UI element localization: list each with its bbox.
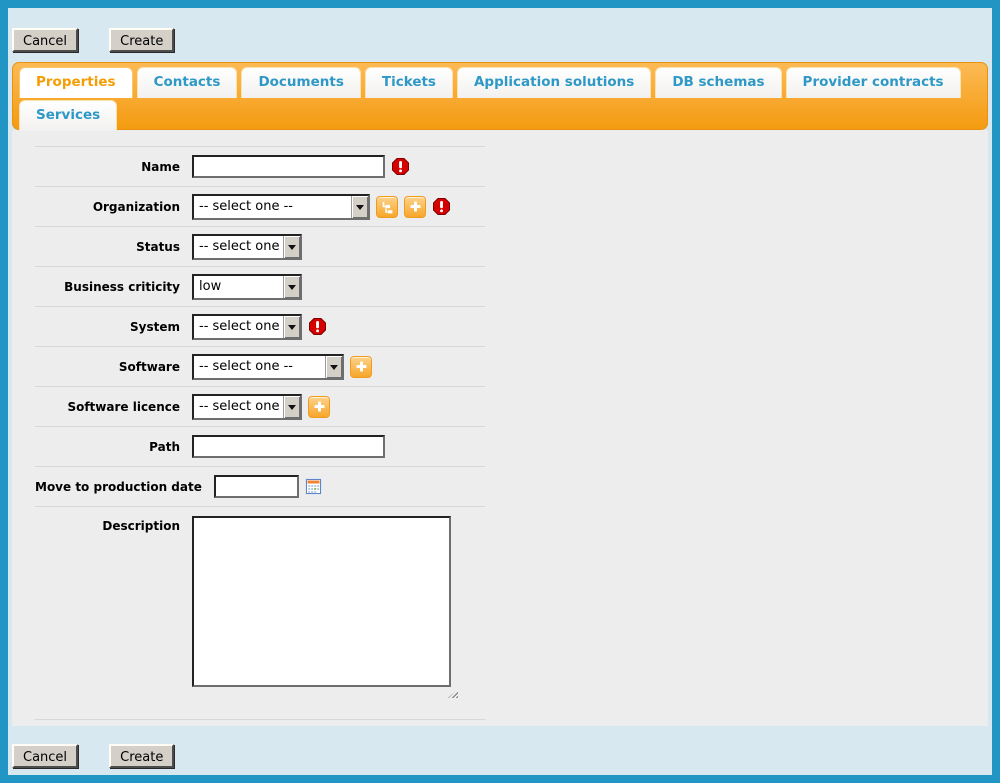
organization-label: Organization [35,200,192,214]
required-icon [392,158,409,175]
software-select[interactable]: -- select one -- [192,354,344,380]
form-row-software-licence: Software licence -- select one -- [35,386,485,426]
name-input[interactable] [192,155,385,178]
tab-db-schemas[interactable]: DB schemas [655,67,781,98]
description-textarea[interactable] [192,516,451,687]
add-software-button[interactable] [350,356,372,378]
form-panel: Properties Contacts Documents Tickets Ap… [12,62,988,726]
software-licence-select[interactable]: -- select one -- [192,394,302,420]
description-label: Description [35,516,192,533]
create-button-bottom[interactable]: Create [109,744,174,768]
move-to-production-date-input[interactable] [214,475,299,498]
dropdown-arrow-icon [325,356,342,378]
status-select[interactable]: -- select one -- [192,234,302,260]
tab-contacts[interactable]: Contacts [137,67,238,98]
software-label: Software [35,360,192,374]
name-label: Name [35,160,192,174]
path-input[interactable] [192,435,385,458]
tab-application-solutions[interactable]: Application solutions [457,67,651,98]
plus-icon [354,359,369,374]
form-row-description: Description [35,506,485,706]
system-select[interactable]: -- select one -- [192,314,302,340]
form-row-business-criticity: Business criticity low [35,266,485,306]
dropdown-arrow-icon [283,236,300,258]
add-software-licence-button[interactable] [308,396,330,418]
dropdown-arrow-icon [283,276,300,298]
bottom-toolbar: Cancel Create [8,726,992,775]
resize-grip[interactable] [448,689,458,698]
tab-provider-contracts[interactable]: Provider contracts [786,67,961,98]
hierarchy-icon [379,199,395,215]
top-toolbar: Cancel Create [8,8,992,62]
create-button[interactable]: Create [109,28,174,52]
calendar-picker-button[interactable] [305,478,322,495]
form-row-move-to-production-date: Move to production date [35,466,485,506]
business-criticity-label: Business criticity [35,280,192,294]
hierarchy-button[interactable] [376,196,398,218]
cancel-button[interactable]: Cancel [12,28,78,52]
plus-icon [312,399,327,414]
form-row-software: Software -- select one -- [35,346,485,386]
form-table: Name Organization -- select one -- [35,146,485,720]
system-label: System [35,320,192,334]
status-label: Status [35,240,192,254]
cancel-button-bottom[interactable]: Cancel [12,744,78,768]
app-window: Cancel Create Properties Contacts Docume… [0,0,1000,783]
required-icon [433,198,450,215]
software-licence-label: Software licence [35,400,192,414]
move-to-production-date-label: Move to production date [35,480,214,494]
tab-content: Name Organization -- select one -- [12,130,988,726]
calendar-icon [305,478,322,495]
tab-row-break [17,98,983,99]
organization-select[interactable]: -- select one -- [192,194,370,220]
form-row-name: Name [35,146,485,186]
tab-documents[interactable]: Documents [241,67,360,98]
form-row-organization: Organization -- select one -- [35,186,485,226]
tab-tickets[interactable]: Tickets [365,67,453,98]
add-organization-button[interactable] [404,196,426,218]
tab-properties[interactable]: Properties [19,67,133,98]
tab-services[interactable]: Services [19,100,117,131]
form-bottom-divider [35,719,485,720]
form-row-system: System -- select one -- [35,306,485,346]
plus-icon [408,199,423,214]
form-row-path: Path [35,426,485,466]
path-label: Path [35,440,192,454]
required-icon [309,318,326,335]
business-criticity-select[interactable]: low [192,274,302,300]
dropdown-arrow-icon [283,396,300,418]
dropdown-arrow-icon [283,316,300,338]
tab-bar: Properties Contacts Documents Tickets Ap… [12,62,988,130]
dropdown-arrow-icon [351,196,368,218]
form-row-status: Status -- select one -- [35,226,485,266]
